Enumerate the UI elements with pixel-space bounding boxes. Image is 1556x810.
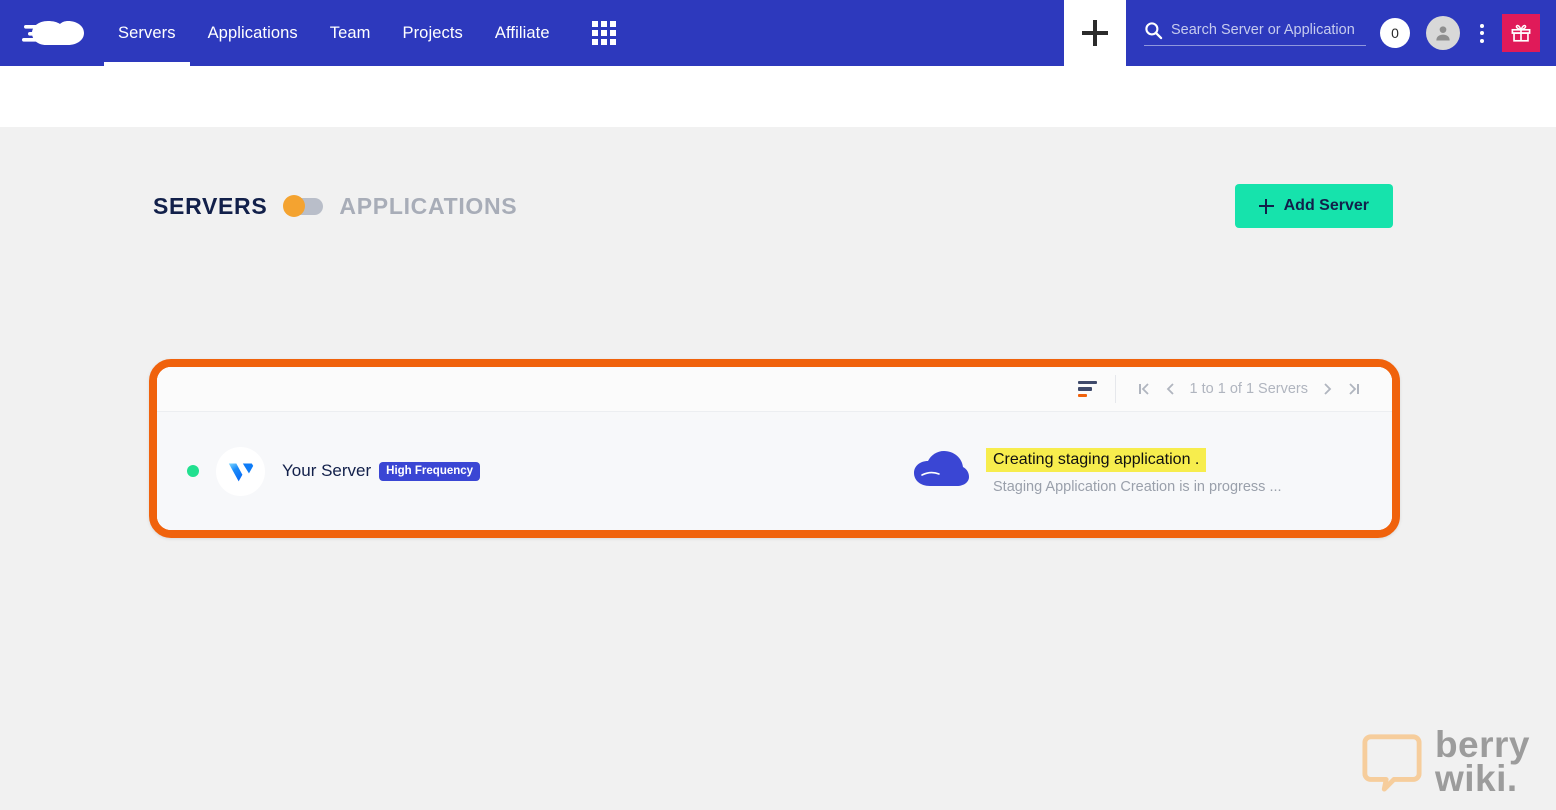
watermark-text: berry wiki. xyxy=(1434,723,1530,799)
nav-link-team[interactable]: Team xyxy=(314,0,387,66)
server-name: Your Server xyxy=(282,461,372,480)
notification-count-badge[interactable]: 0 xyxy=(1380,18,1410,48)
server-card-highlight: 1 to 1 of 1 Servers Your Server High Fre… xyxy=(149,359,1400,538)
nav-link-applications-label: Applications xyxy=(207,23,298,42)
plus-icon xyxy=(1082,20,1108,46)
top-navbar: Servers Applications Team Projects Affil… xyxy=(0,0,1556,66)
user-avatar-icon xyxy=(1436,26,1450,41)
brand-logo[interactable] xyxy=(0,0,102,66)
cloudways-logo-icon xyxy=(22,21,84,45)
prev-page-button[interactable] xyxy=(1158,382,1182,396)
notification-count-label: 0 xyxy=(1391,25,1399,41)
navbar-left: Servers Applications Team Projects Affil… xyxy=(0,0,634,66)
nav-link-projects[interactable]: Projects xyxy=(386,0,478,66)
sort-icon[interactable] xyxy=(1060,380,1115,398)
search-input[interactable] xyxy=(1171,22,1366,38)
last-page-button[interactable] xyxy=(1342,382,1366,396)
avatar[interactable] xyxy=(1426,16,1460,50)
server-status-primary: Creating staging application . xyxy=(986,447,1207,472)
search-icon xyxy=(1144,21,1163,40)
server-status-texts: Creating staging application . Staging A… xyxy=(986,447,1282,495)
plus-icon xyxy=(1258,198,1274,214)
apps-grid-icon xyxy=(591,21,616,45)
nav-link-affiliate-label: Affiliate xyxy=(494,23,550,42)
watermark-line-1: berry xyxy=(1434,723,1530,765)
pagination: 1 to 1 of 1 Servers xyxy=(1114,375,1366,403)
primary-nav: Servers Applications Team Projects Affil… xyxy=(102,0,566,66)
gift-button[interactable] xyxy=(1502,14,1540,52)
more-vertical-button[interactable] xyxy=(1470,16,1494,50)
page-title-applications: APPLICATIONS xyxy=(339,192,518,219)
server-status-secondary: Staging Application Creation is in progr… xyxy=(993,478,1282,495)
page-header: SERVERS APPLICATIONS Add Server xyxy=(0,127,1556,237)
nav-link-team-label: Team xyxy=(329,23,371,42)
server-status-block: Creating staging application . Staging A… xyxy=(912,447,1282,495)
cloud-icon xyxy=(912,448,970,495)
more-vertical-icon xyxy=(1480,23,1484,28)
servers-applications-toggle[interactable] xyxy=(283,194,324,217)
nav-link-servers-label: Servers xyxy=(118,23,176,42)
sub-navbar xyxy=(0,66,1556,127)
nav-link-applications[interactable]: Applications xyxy=(192,0,314,66)
next-page-button[interactable] xyxy=(1316,382,1340,396)
gift-icon xyxy=(1511,24,1531,42)
pagination-text: 1 to 1 of 1 Servers xyxy=(1189,381,1308,397)
vultr-logo-icon xyxy=(228,463,253,482)
server-card: 1 to 1 of 1 Servers Your Server High Fre… xyxy=(157,367,1392,530)
first-page-button[interactable] xyxy=(1132,382,1156,396)
provider-logo xyxy=(216,446,265,496)
page-body: SERVERS APPLICATIONS Add Server 1 to 1 o… xyxy=(0,127,1556,810)
navbar-spacer xyxy=(634,0,1064,66)
apps-grid-button[interactable] xyxy=(566,0,634,66)
add-new-button[interactable] xyxy=(1064,0,1126,66)
watermark: berry wiki. xyxy=(1361,723,1530,799)
server-name-wrap: Your Server High Frequency xyxy=(282,461,882,481)
status-badge: High Frequency xyxy=(379,461,481,481)
nav-link-affiliate[interactable]: Affiliate xyxy=(479,0,566,66)
nav-link-servers[interactable]: Servers xyxy=(102,0,192,66)
server-list-toolbar: 1 to 1 of 1 Servers xyxy=(157,367,1392,412)
server-row[interactable]: Your Server High Frequency Creating stag… xyxy=(157,412,1392,530)
status-dot xyxy=(187,465,199,477)
navbar-right: 0 xyxy=(1126,0,1556,66)
add-server-button[interactable]: Add Server xyxy=(1234,184,1393,228)
watermark-line-2: wiki. xyxy=(1434,757,1518,799)
nav-link-projects-label: Projects xyxy=(402,23,463,42)
speech-bubble-icon xyxy=(1362,734,1422,792)
search-box[interactable] xyxy=(1144,21,1366,46)
toggle-knob xyxy=(283,194,306,217)
add-server-label: Add Server xyxy=(1283,197,1369,214)
page-title-servers: SERVERS xyxy=(153,192,268,219)
